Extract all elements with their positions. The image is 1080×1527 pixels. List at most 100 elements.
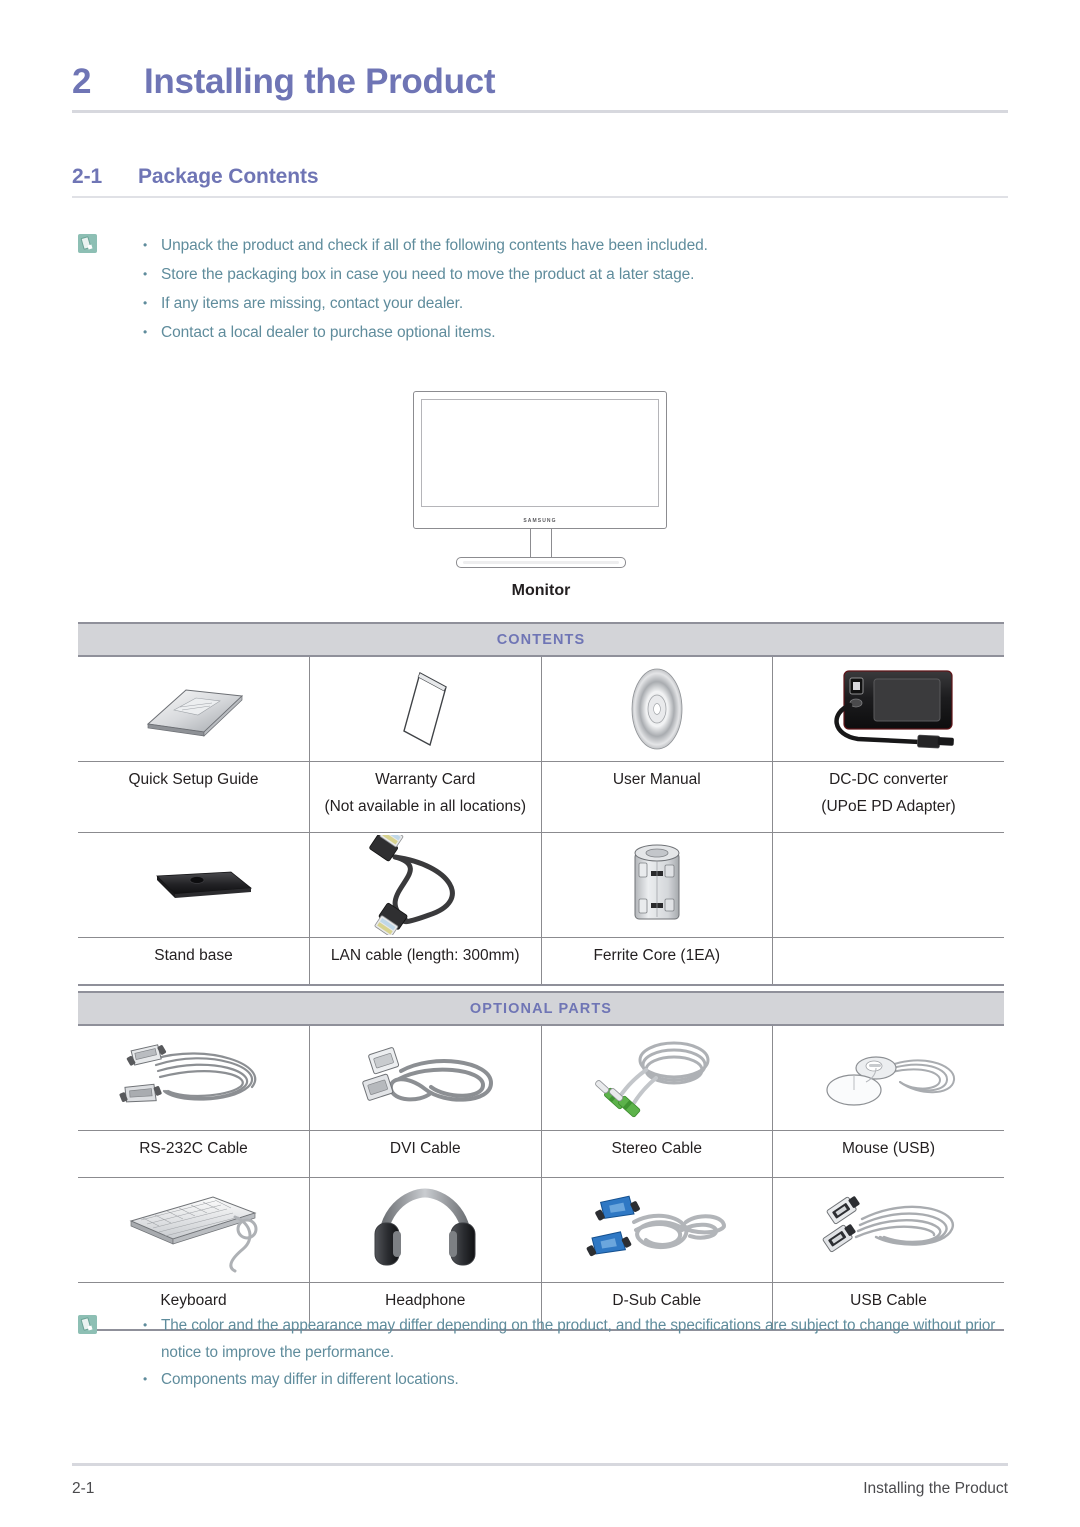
stereo-cable-cell [541, 1025, 773, 1131]
rs232c-cable-icon [118, 1044, 256, 1103]
note-item: Contact a local dealer to purchase optio… [119, 318, 1008, 347]
item-label: Mouse (USB) [841, 1140, 936, 1157]
table-row [78, 656, 1004, 762]
quick-setup-guide-booklet-icon [146, 689, 243, 737]
contents-table: CONTENTS Quick Setup Guide Warranty Card… [78, 622, 1004, 986]
chapter-heading-row: 2 Installing the Product [72, 62, 1008, 102]
item-label: RS-232C Cable [139, 1140, 248, 1157]
optional-band-row: OPTIONAL PARTS [78, 991, 1004, 1026]
page-footer: 2-1 Installing the Product [72, 1463, 1008, 1498]
item-label: DC-DC converter [829, 771, 948, 788]
note-item: Unpack the product and check if all of t… [119, 231, 1008, 260]
d-sub-cable-icon [586, 1195, 726, 1257]
usb-mouse-label-cell: Mouse (USB) [772, 1130, 1004, 1178]
section-divider [72, 196, 1008, 198]
dc-dc-converter-icon [833, 670, 954, 749]
monitor-screen [421, 399, 659, 507]
stand-base-icon [155, 871, 252, 898]
ferrite-core-icon [634, 844, 680, 920]
item-label: Stereo Cable [611, 1140, 702, 1157]
table-row: RS-232C Cable DVI Cable Stereo Cable Mou… [78, 1130, 1004, 1178]
dvi-cable-cell [309, 1025, 542, 1131]
item-label: D-Sub Cable [612, 1292, 702, 1309]
stereo-cable-label-cell: Stereo Cable [541, 1130, 773, 1178]
user-manual-cell [541, 656, 773, 762]
table-row: Stand base LAN cable (length: 300mm) Fer… [78, 937, 1004, 986]
top-note-list: Unpack the product and check if all of t… [119, 231, 1008, 347]
usb-mouse-icon [825, 1056, 955, 1106]
monitor-figure: SAMSUNG Monitor [413, 391, 669, 600]
dc-dc-converter-cell [772, 656, 1004, 762]
quick-setup-guide-cell [78, 656, 310, 762]
table-row: Quick Setup Guide Warranty Card (Not ava… [78, 761, 1004, 833]
keyboard-icon [129, 1196, 257, 1273]
stand-base-cell [78, 832, 310, 938]
section-number: 2-1 [72, 165, 103, 188]
item-label: Ferrite Core (1EA) [593, 947, 721, 964]
contents-band-label: CONTENTS [78, 622, 1004, 657]
contents-band-row: CONTENTS [78, 622, 1004, 657]
item-label: Warranty Card [375, 771, 476, 788]
monitor-caption: Monitor [511, 582, 571, 599]
item-label: Keyboard [160, 1292, 227, 1309]
footer-divider [72, 1463, 1008, 1466]
usb-cable-icon [822, 1196, 954, 1253]
item-label: Stand base [154, 947, 233, 964]
stand-base-label-cell: Stand base [78, 937, 310, 986]
dvi-cable-label-cell: DVI Cable [309, 1130, 542, 1178]
ferrite-core-label-cell: Ferrite Core (1EA) [541, 937, 773, 986]
optional-parts-table: OPTIONAL PARTS RS-232C Cable DVI Cable S… [78, 991, 1004, 1331]
usb-cable-cell [772, 1177, 1004, 1283]
lan-cable-cell [309, 832, 542, 938]
item-label: Quick Setup Guide [128, 771, 259, 788]
usb-mouse-cell [772, 1025, 1004, 1131]
document-page: 2 Installing the Product 2-1 Package Con… [0, 0, 1080, 1527]
monitor-bezel: SAMSUNG [413, 391, 667, 529]
item-label: User Manual [612, 771, 701, 788]
item-label: DVI Cable [389, 1140, 461, 1157]
top-note-block: Unpack the product and check if all of t… [78, 231, 1008, 347]
empty-label-cell [772, 937, 1004, 986]
note-pencil-icon [78, 1315, 97, 1334]
item-sublabel: (Not available in all locations) [324, 798, 527, 815]
rs232c-cable-cell [78, 1025, 310, 1131]
rs232c-cable-label-cell: RS-232C Cable [78, 1130, 310, 1178]
samsung-logo: SAMSUNG [523, 518, 557, 524]
item-sublabel: (UPoE PD Adapter) [821, 798, 956, 815]
headphone-cell [309, 1177, 542, 1283]
keyboard-cell [78, 1177, 310, 1283]
note-item: Components may differ in different locat… [119, 1366, 1012, 1393]
note-item: Store the packaging box in case you need… [119, 260, 1008, 289]
section-heading: 2-1 Package Contents [72, 165, 1008, 198]
table-row [78, 832, 1004, 938]
warranty-card-icon [403, 671, 448, 747]
footer-chapter-label: Installing the Product [863, 1480, 1008, 1497]
quick-setup-guide-label-cell: Quick Setup Guide [78, 761, 310, 833]
table-row [78, 1177, 1004, 1283]
bottom-note-list: The color and the appearance may differ … [119, 1312, 1012, 1393]
d-sub-cable-cell [541, 1177, 773, 1283]
monitor-stand-neck [530, 529, 552, 557]
ferrite-core-cell [541, 832, 773, 938]
warranty-card-label-cell: Warranty Card (Not available in all loca… [309, 761, 542, 833]
monitor-stand-base [456, 557, 626, 568]
lan-cable-label-cell: LAN cable (length: 300mm) [309, 937, 542, 986]
dc-dc-converter-label-cell: DC-DC converter (UPoE PD Adapter) [772, 761, 1004, 833]
warranty-card-cell [309, 656, 542, 762]
item-label: Headphone [385, 1292, 466, 1309]
item-label: USB Cable [850, 1292, 927, 1309]
headphone-icon [374, 1188, 476, 1266]
chapter-heading: 2 Installing the Product [72, 62, 1008, 113]
chapter-number: 2 [72, 62, 92, 101]
user-manual-disc-icon [631, 668, 683, 750]
section-title: Package Contents [138, 165, 319, 188]
empty-cell [772, 832, 1004, 938]
lan-cable-icon [369, 835, 456, 935]
chapter-title: Installing the Product [144, 62, 496, 101]
dvi-cable-icon [362, 1047, 494, 1102]
bottom-note-block: The color and the appearance may differ … [78, 1312, 1012, 1393]
note-item: If any items are missing, contact your d… [119, 289, 1008, 318]
footer-row: 2-1 Installing the Product [72, 1480, 1008, 1498]
user-manual-label-cell: User Manual [541, 761, 773, 833]
optional-band-label: OPTIONAL PARTS [78, 991, 1004, 1026]
